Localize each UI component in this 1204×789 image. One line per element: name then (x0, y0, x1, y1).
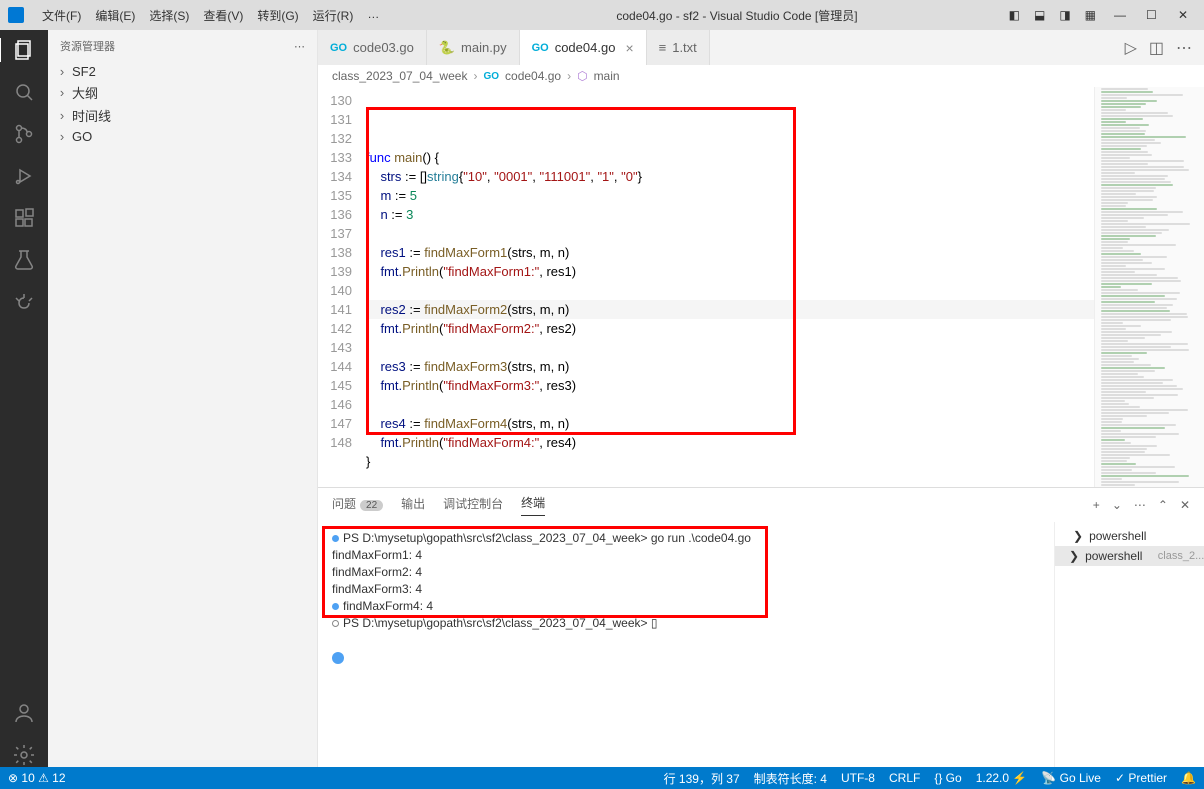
title-bar: 文件(F) 编辑(E) 选择(S) 查看(V) 转到(G) 运行(R) … co… (0, 0, 1204, 30)
split-editor-icon[interactable]: ◫ (1149, 38, 1164, 58)
text-file-icon: ≡ (659, 40, 667, 55)
sidebar-header: 资源管理器 ⋯ (48, 30, 317, 62)
tab-code03[interactable]: GOcode03.go (318, 30, 427, 65)
activity-bar (0, 30, 48, 767)
maximize-icon[interactable]: ☐ (1146, 8, 1160, 22)
sidebar-more-icon[interactable]: ⋯ (294, 40, 305, 53)
python-file-icon: 🐍 (439, 40, 455, 56)
close-panel-icon[interactable]: ✕ (1180, 498, 1190, 512)
close-icon[interactable]: ✕ (1178, 8, 1192, 22)
search-icon[interactable] (12, 80, 36, 104)
panel-tab-terminal[interactable]: 终端 (521, 494, 545, 516)
minimap[interactable] (1094, 87, 1204, 487)
status-go-version[interactable]: 1.22.0 ⚡ (976, 771, 1028, 785)
breadcrumbs[interactable]: class_2023_07_04_week› GOcode04.go› ⬡mai… (318, 65, 1204, 87)
more-actions-icon[interactable]: ⋯ (1176, 38, 1192, 58)
toggle-secondary-sidebar-icon[interactable]: ◨ (1059, 8, 1070, 22)
terminal-item-2[interactable]: ❯powershell class_2... (1055, 546, 1204, 566)
status-encoding[interactable]: UTF-8 (841, 771, 875, 785)
go-file-icon: GO (330, 42, 347, 54)
code-content[interactable]: func main() { strs := []string{"10", "00… (366, 87, 1094, 487)
testing-icon[interactable] (12, 248, 36, 272)
source-control-icon[interactable] (12, 122, 36, 146)
status-language[interactable]: {} Go (934, 771, 961, 785)
go-file-icon: GO (532, 42, 549, 54)
menu-file[interactable]: 文件(F) (36, 5, 87, 26)
status-cursor-pos[interactable]: 行 139，列 37 (664, 770, 740, 787)
menu-view[interactable]: 查看(V) (197, 5, 249, 26)
go-extension-icon[interactable] (12, 290, 36, 314)
minimize-icon[interactable]: — (1114, 8, 1128, 22)
status-eol[interactable]: CRLF (889, 771, 920, 785)
panel-actions: + ⌄ ⋯ ⌃ ✕ (1093, 498, 1190, 512)
editor-area: GOcode03.go 🐍main.py GOcode04.go× ≡1.txt… (318, 30, 1204, 767)
run-code-icon[interactable]: ▷ (1125, 38, 1137, 58)
status-go-live[interactable]: 📡 Go Live (1041, 771, 1101, 785)
vscode-logo-icon (8, 7, 24, 23)
sidebar-title: 资源管理器 (60, 38, 115, 54)
menu-bar: 文件(F) 编辑(E) 选择(S) 查看(V) 转到(G) 运行(R) … (36, 5, 385, 26)
tab-code04[interactable]: GOcode04.go× (520, 30, 647, 65)
layout-controls: ◧ ⬓ ◨ ▦ (1009, 8, 1096, 22)
explorer-tree: ›SF2 ›大纲 ›时间线 ›GO (48, 62, 317, 146)
terminal-output[interactable]: PS D:\mysetup\gopath\src\sf2\class_2023_… (318, 522, 1054, 767)
customize-layout-icon[interactable]: ▦ (1085, 8, 1096, 22)
editor-actions: ▷ ◫ ⋯ (1113, 30, 1204, 65)
tree-item-outline[interactable]: ›大纲 (48, 81, 317, 104)
extensions-icon[interactable] (12, 206, 36, 230)
panel-tabs: 问题22 输出 调试控制台 终端 + ⌄ ⋯ ⌃ ✕ (318, 488, 1204, 522)
tab-close-icon[interactable]: × (625, 40, 633, 56)
menu-run[interactable]: 运行(R) (307, 5, 360, 26)
maximize-panel-icon[interactable]: ⌃ (1158, 498, 1168, 512)
status-bar: ⊗ 10 ⚠ 12 行 139，列 37 制表符长度: 4 UTF-8 CRLF… (0, 767, 1204, 789)
new-terminal-icon[interactable]: + (1093, 498, 1100, 512)
tree-item-timeline[interactable]: ›时间线 (48, 104, 317, 127)
menu-select[interactable]: 选择(S) (143, 5, 195, 26)
menu-edit[interactable]: 编辑(E) (89, 5, 141, 26)
panel-tab-debug[interactable]: 调试控制台 (443, 495, 503, 516)
panel: 问题22 输出 调试控制台 终端 + ⌄ ⋯ ⌃ ✕ PS D:\mysetup… (318, 487, 1204, 767)
terminal-item-1[interactable]: ❯powershell (1055, 526, 1204, 546)
editor-tabs: GOcode03.go 🐍main.py GOcode04.go× ≡1.txt… (318, 30, 1204, 65)
run-debug-icon[interactable] (12, 164, 36, 188)
go-file-icon: GO (483, 71, 499, 82)
explorer-icon[interactable] (0, 38, 47, 62)
terminal-body: PS D:\mysetup\gopath\src\sf2\class_2023_… (318, 522, 1204, 767)
tab-main-py[interactable]: 🐍main.py (427, 30, 520, 65)
editor-body[interactable]: 1301311321331341351361371381391401411421… (318, 87, 1204, 487)
settings-gear-icon[interactable] (12, 743, 36, 767)
status-notifications-icon[interactable]: 🔔 (1181, 771, 1196, 785)
window-title: code04.go - sf2 - Visual Studio Code [管理… (385, 7, 1008, 24)
status-problems[interactable]: ⊗ 10 ⚠ 12 (8, 771, 66, 785)
window-controls: — ☐ ✕ (1114, 8, 1192, 22)
accounts-icon[interactable] (12, 701, 36, 725)
more-icon[interactable]: ⋯ (1134, 498, 1146, 512)
toggle-panel-icon[interactable]: ⬓ (1034, 8, 1045, 22)
tree-item-go[interactable]: ›GO (48, 127, 317, 146)
terminal-dropdown-icon[interactable]: ⌄ (1112, 498, 1122, 512)
tab-1-txt[interactable]: ≡1.txt (647, 30, 710, 65)
toggle-primary-sidebar-icon[interactable]: ◧ (1009, 8, 1020, 22)
tree-item-sf2[interactable]: ›SF2 (48, 62, 317, 81)
side-bar: 资源管理器 ⋯ ›SF2 ›大纲 ›时间线 ›GO (48, 30, 318, 767)
status-indent[interactable]: 制表符长度: 4 (754, 770, 827, 787)
terminal-list: ❯powershell ❯powershell class_2... (1054, 522, 1204, 767)
panel-tab-output[interactable]: 输出 (401, 495, 425, 516)
status-prettier[interactable]: ✓ Prettier (1115, 771, 1167, 785)
panel-tab-problems[interactable]: 问题22 (332, 495, 383, 516)
line-numbers: 1301311321331341351361371381391401411421… (318, 87, 366, 487)
menu-goto[interactable]: 转到(G) (251, 5, 304, 26)
powershell-icon: ❯ (1073, 529, 1083, 543)
package-icon: ⬡ (577, 69, 587, 83)
powershell-icon: ❯ (1069, 549, 1079, 563)
menu-more[interactable]: … (361, 5, 385, 26)
